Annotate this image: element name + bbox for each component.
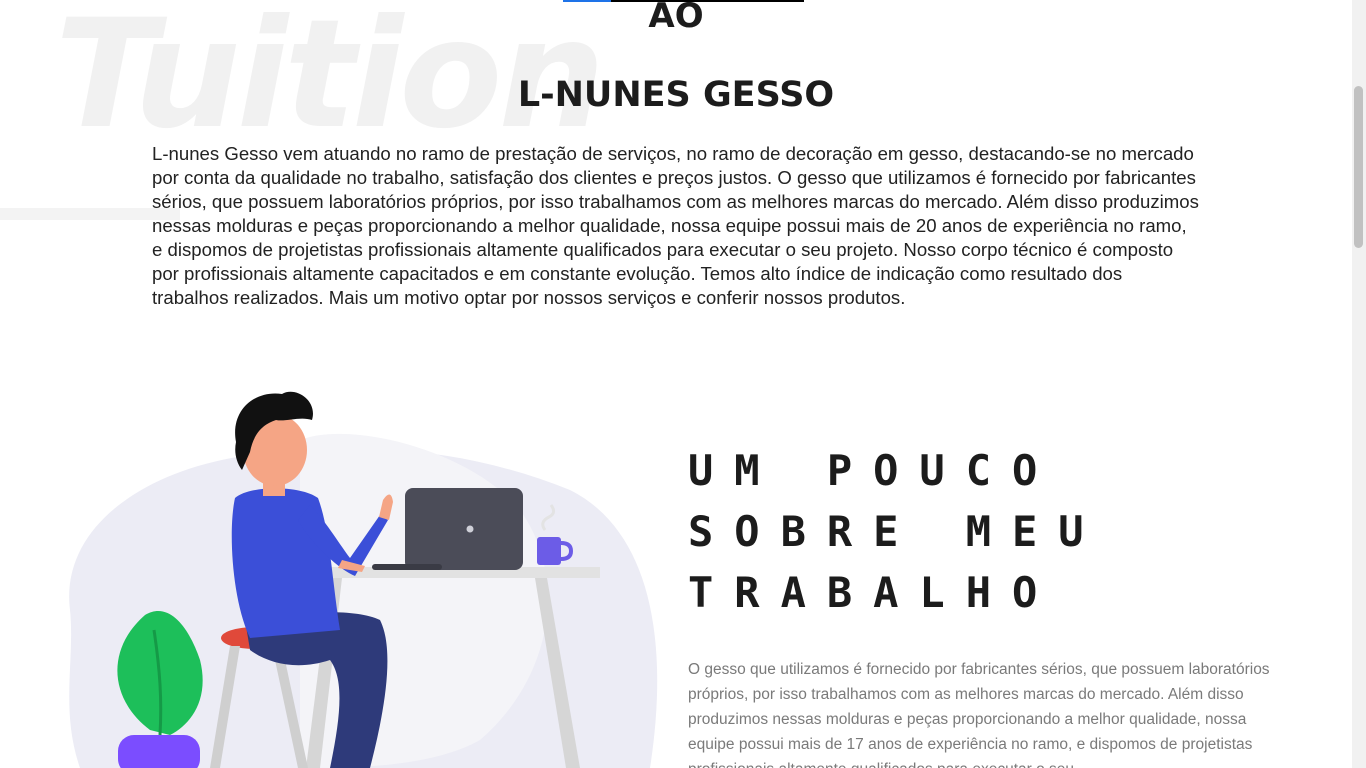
about-text: O gesso que utilizamos é fornecido por f…	[688, 661, 1270, 768]
coffee-mug	[537, 537, 561, 565]
about-title: UM POUCO SOBRE MEU TRABALHO	[688, 446, 1105, 617]
illustration-svg	[69, 391, 658, 768]
person-working-illustration	[50, 380, 670, 768]
laptop-screen	[405, 488, 523, 570]
plant-pot	[118, 735, 200, 768]
page: Tuition AO L-NUNES GESSO L-nunes Gesso v…	[0, 0, 1352, 768]
company-title: L-NUNES GESSO	[517, 75, 835, 115]
scrollbar-thumb[interactable]	[1354, 86, 1363, 248]
laptop-logo	[466, 525, 474, 533]
page-scrollbar[interactable]	[1352, 0, 1366, 768]
company-description: L-nunes Gesso vem atuando no ramo de pre…	[152, 143, 1199, 308]
section-heading-partial: AO	[648, 0, 704, 36]
laptop-base	[372, 564, 442, 570]
